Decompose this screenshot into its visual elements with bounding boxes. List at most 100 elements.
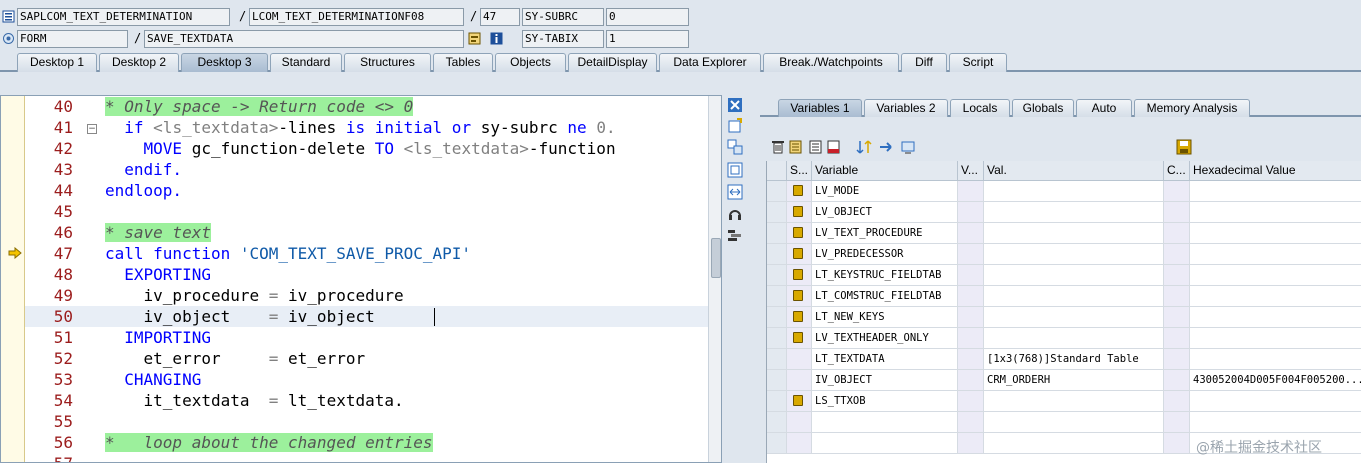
hex-cell[interactable] [1190,328,1361,349]
value-cell[interactable] [984,328,1164,349]
watch-pin-icon[interactable] [793,248,803,259]
code-line[interactable]: 42 MOVE gc_function-delete TO <ls_textda… [25,138,709,159]
tab-desktop-2[interactable]: Desktop 2 [99,53,179,72]
code-line[interactable]: 49 iv_procedure = iv_procedure [25,285,709,306]
variable-cell[interactable]: LS_TTXOB [812,391,958,412]
column-header-status[interactable]: S... [787,161,812,181]
value-cell[interactable]: [1x3(768)]Standard Table [984,349,1164,370]
info-icon[interactable] [490,32,503,45]
tab-locals[interactable]: Locals [950,99,1010,117]
resize-horizontal-icon[interactable] [727,184,743,200]
grid-row[interactable]: LV_OBJECT [767,202,1361,223]
hex-cell[interactable] [1190,391,1361,412]
grid-row[interactable]: LV_TEXT_PROCEDURE [767,223,1361,244]
column-header-value[interactable]: Val. [984,161,1164,181]
tab-diff[interactable]: Diff [901,53,947,72]
code-line[interactable]: 53 CHANGING [25,369,709,390]
variable-cell[interactable]: LV_TEXT_PROCEDURE [812,223,958,244]
sysfield1-value[interactable]: 0 [606,8,689,26]
variable-cell[interactable] [812,433,958,454]
tab-globals[interactable]: Globals [1012,99,1074,117]
hex-cell[interactable]: 430052004D005F004F005200... [1190,370,1361,391]
tab-structures[interactable]: Structures [344,53,431,72]
hex-cell[interactable] [1190,286,1361,307]
tab-script[interactable]: Script [949,53,1007,72]
variable-cell[interactable]: LV_OBJECT [812,202,958,223]
tab-variables-2[interactable]: Variables 2 [864,99,948,117]
maximize-icon[interactable] [727,162,743,178]
column-header-variable[interactable]: Variable [812,161,958,181]
grid-row[interactable] [767,412,1361,433]
tab-data-explorer[interactable]: Data Explorer [659,53,761,72]
value-cell[interactable] [984,244,1164,265]
code-line[interactable]: 50 iv_object = iv_object [25,306,709,327]
grid-row[interactable]: LV_MODE [767,181,1361,202]
hex-cell[interactable] [1190,265,1361,286]
value-cell[interactable] [984,265,1164,286]
display-icon[interactable] [900,139,916,155]
watch-pin-icon[interactable] [793,206,803,217]
column-header-v[interactable]: V... [958,161,984,181]
insert-list-icon[interactable] [808,139,824,155]
code-line[interactable]: 41 if <ls_textdata>-lines is initial or … [25,117,709,138]
grid-row[interactable]: LT_NEW_KEYS [767,307,1361,328]
delete-icon[interactable] [770,139,786,155]
insert-row-icon[interactable] [788,139,804,155]
value-cell[interactable] [984,391,1164,412]
variable-cell[interactable]: LT_COMSTRUC_FIELDTAB [812,286,958,307]
hex-cell[interactable] [1190,202,1361,223]
watch-pin-icon[interactable] [793,290,803,301]
remove-row-icon[interactable] [826,139,842,155]
close-icon[interactable] [727,97,743,113]
column-header-c[interactable]: C... [1164,161,1190,181]
tab-objects[interactable]: Objects [495,53,566,72]
code-line[interactable]: 56 * loop about the changed entries [25,432,709,453]
editor-scrollbar[interactable] [708,96,721,462]
watch-pin-icon[interactable] [793,185,803,196]
value-cell[interactable]: CRM_ORDERH [984,370,1164,391]
code-line[interactable]: 51 IMPORTING [25,327,709,348]
grid-row[interactable]: LT_TEXTDATA [1x3(768)]Standard Table [767,349,1361,370]
watch-pin-icon[interactable] [793,311,803,322]
variable-cell[interactable]: LV_TEXTHEADER_ONLY [812,328,958,349]
scrollbar-thumb[interactable] [711,238,721,278]
watch-pin-icon[interactable] [793,227,803,238]
save-icon[interactable] [1176,139,1192,155]
value-cell[interactable] [984,433,1164,454]
variable-cell[interactable]: LV_PREDECESSOR [812,244,958,265]
code-line[interactable]: 57 [25,453,709,462]
value-cell[interactable] [984,307,1164,328]
breakpoint-gutter[interactable] [1,96,25,462]
navigate-icon[interactable] [878,139,894,155]
sort-icon[interactable] [856,139,872,155]
tab-memory-analysis[interactable]: Memory Analysis [1134,99,1250,117]
new-tool-icon[interactable] [727,118,743,134]
code-line[interactable]: 46 * save text [25,222,709,243]
code-line[interactable]: 43 endif. [25,159,709,180]
swap-tool-icon[interactable] [727,139,743,155]
settings-icon[interactable] [727,228,743,244]
grid-row[interactable]: LV_TEXTHEADER_ONLY [767,328,1361,349]
tab-auto[interactable]: Auto [1076,99,1132,117]
hex-cell[interactable] [1190,244,1361,265]
variable-cell[interactable]: LT_KEYSTRUC_FIELDTAB [812,265,958,286]
tab-tables[interactable]: Tables [433,53,493,72]
value-cell[interactable] [984,223,1164,244]
value-cell[interactable] [984,286,1164,307]
code-line[interactable]: 44 endloop. [25,180,709,201]
hex-cell[interactable] [1190,412,1361,433]
variable-cell[interactable]: LT_TEXTDATA [812,349,958,370]
code-line[interactable]: 47 call function 'COM_TEXT_SAVE_PROC_API' [25,243,709,264]
services-icon[interactable] [727,206,743,222]
watch-pin-icon[interactable] [793,269,803,280]
tab-standard[interactable]: Standard [270,53,342,72]
watch-pin-icon[interactable] [793,395,803,406]
code-line[interactable]: 52 et_error = et_error [25,348,709,369]
watch-pin-icon[interactable] [793,332,803,343]
tab-breakpoints[interactable]: Break./Watchpoints [763,53,899,72]
source-icon[interactable] [468,32,481,45]
tab-desktop-3[interactable]: Desktop 3 [181,53,268,72]
grid-row[interactable]: IV_OBJECT CRM_ORDERH 430052004D005F004F005… [767,370,1361,391]
hex-cell[interactable] [1190,223,1361,244]
tab-desktop-1[interactable]: Desktop 1 [17,53,97,72]
